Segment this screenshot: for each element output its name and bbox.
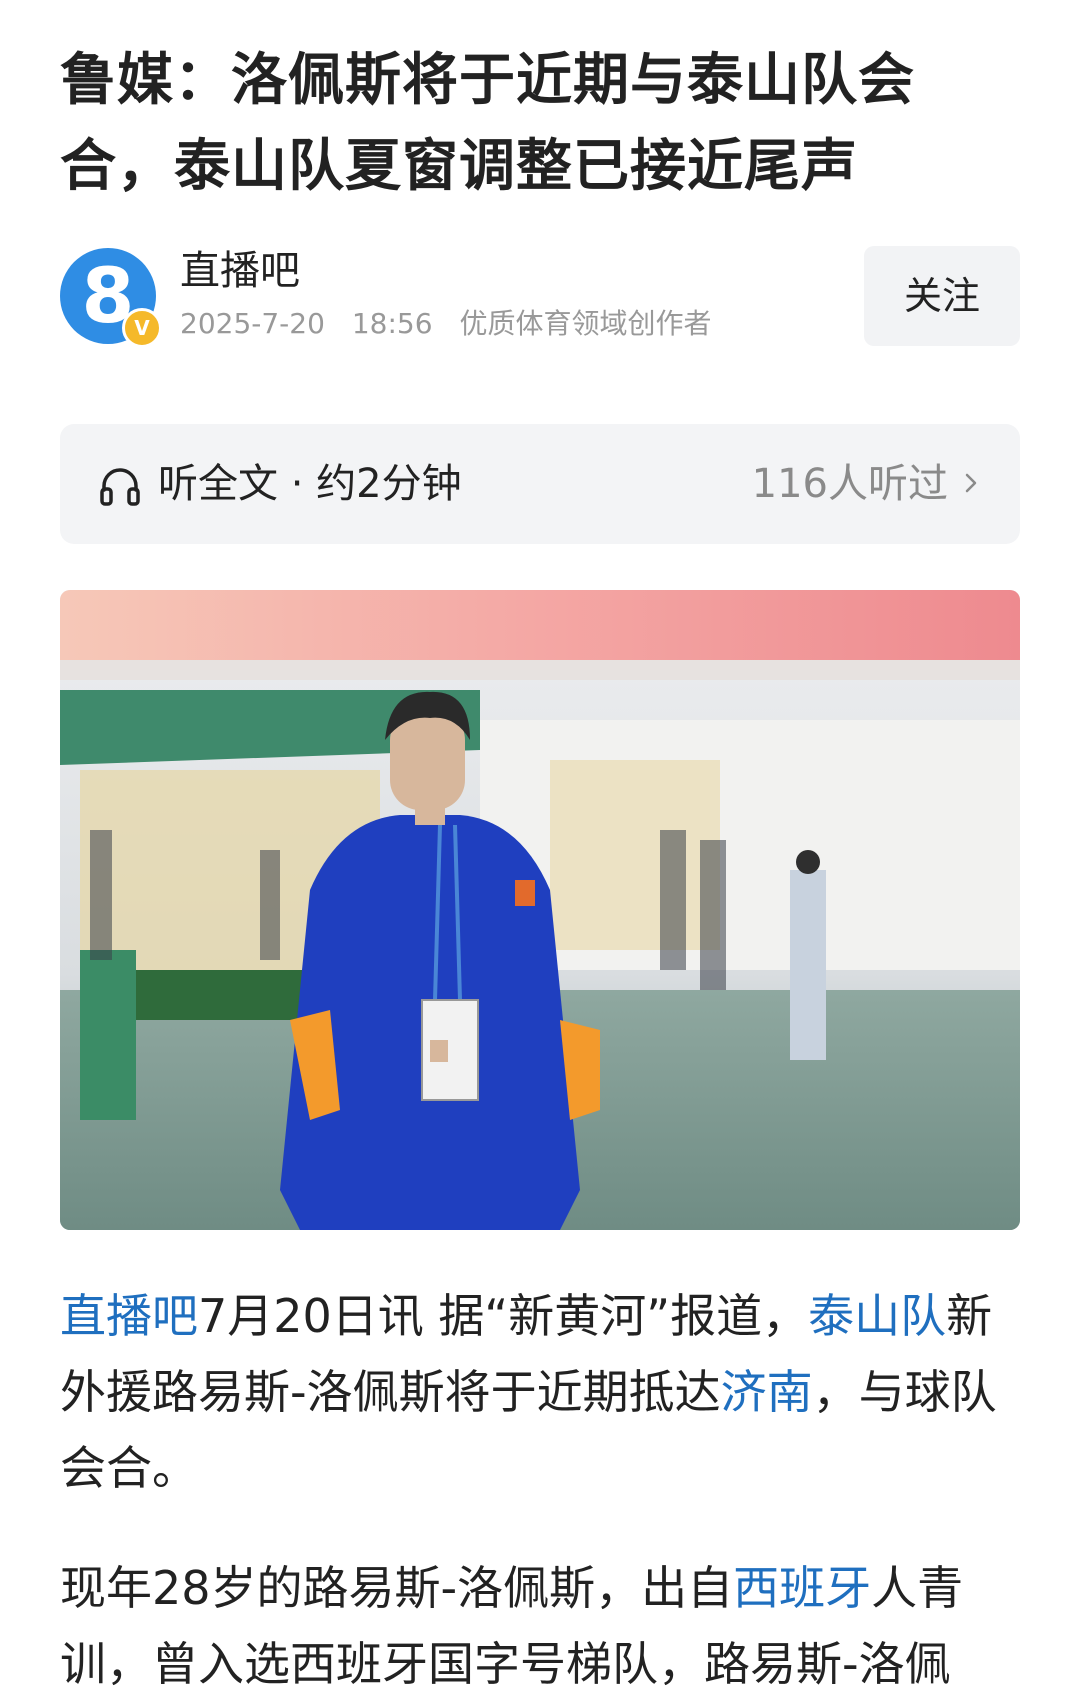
author-meta: 2025-7-20 18:56 优质体育领域创作者 (180, 306, 729, 342)
article-paragraph-2: 现年28岁的路易斯-洛佩斯，出自西班牙人青训，曾入选西班牙国字号梯队，路易斯-洛… (60, 1550, 1020, 1702)
publish-time: 18:56 (351, 307, 433, 340)
author-name[interactable]: 直播吧 (180, 246, 300, 296)
author-row: 8 V 直播吧 2025-7-20 18:56 优质体育领域创作者 关注 (60, 246, 1020, 356)
photo-illustration (60, 590, 1020, 1230)
verified-badge-icon: V (122, 308, 162, 348)
entity-link[interactable]: 直播吧 (60, 1289, 198, 1343)
follow-button[interactable]: 关注 (864, 246, 1020, 346)
listen-label: 听全文 · 约2分钟 (158, 461, 462, 507)
entity-link[interactable]: 济南 (721, 1365, 813, 1419)
author-tag: 优质体育领域创作者 (459, 307, 712, 340)
entity-link[interactable]: 泰山队 (808, 1289, 946, 1343)
chevron-right-icon (965, 473, 977, 493)
article-photo[interactable] (60, 590, 1020, 1230)
entity-link[interactable]: 西班牙 (733, 1561, 871, 1615)
listen-count: 116人听过 (751, 461, 948, 507)
author-avatar[interactable]: 8 V (60, 248, 162, 348)
headphones-icon (100, 468, 140, 506)
paragraph-text: 7月20日讯 据“新黄河”报道， (198, 1289, 809, 1343)
article-paragraph-1: 直播吧7月20日讯 据“新黄河”报道，泰山队新外援路易斯-洛佩斯将于近期抵达济南… (60, 1278, 1020, 1506)
listen-bar[interactable]: 听全文 · 约2分钟 116人听过 (60, 424, 1020, 544)
paragraph-text: 现年28岁的路易斯-洛佩斯，出自 (60, 1561, 734, 1615)
article-title: 鲁媒：洛佩斯将于近期与泰山队会合，泰山队夏窗调整已接近尾声 (60, 48, 915, 199)
publish-date: 2025-7-20 (180, 307, 325, 340)
